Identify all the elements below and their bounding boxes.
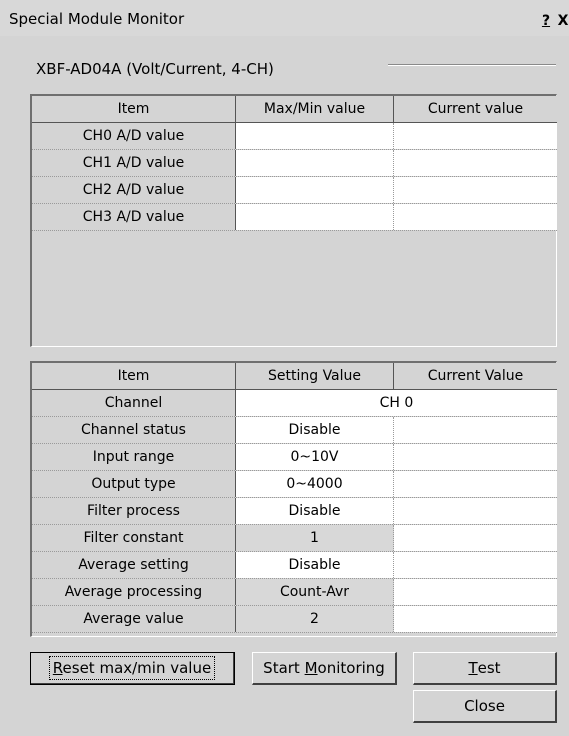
current-value-cell[interactable] <box>394 123 557 149</box>
settings-grid: Item Setting Value Current Value Channel… <box>32 363 557 633</box>
settings-grid-panel: Item Setting Value Current Value Channel… <box>30 361 557 637</box>
max-min-value-cell[interactable] <box>236 150 394 176</box>
row-item-label: CH1 A/D value <box>32 150 236 176</box>
row-item-label: CH2 A/D value <box>32 177 236 203</box>
test-label-rest: est <box>477 659 501 677</box>
setting-value-cell: 1 <box>236 525 394 551</box>
reset-button-label: Reset max/min value <box>48 656 216 680</box>
current-value-cell <box>394 525 557 551</box>
window-title: Special Module Monitor <box>9 10 185 28</box>
table-row[interactable]: CH3 A/D value <box>32 204 557 231</box>
table-row[interactable]: Average setting Disable <box>32 552 557 579</box>
close-button[interactable]: Close <box>413 690 557 723</box>
current-value-cell <box>394 498 557 524</box>
help-icon[interactable]: ? <box>538 12 554 30</box>
header-max-min-value[interactable]: Max/Min value <box>236 96 394 122</box>
group-divider <box>388 64 556 66</box>
current-value-cell <box>394 471 557 497</box>
setting-value-cell[interactable]: 0~4000 <box>236 471 394 497</box>
setting-value-cell[interactable]: Disable <box>236 552 394 578</box>
start-monitoring-button[interactable]: Start Monitoring <box>252 652 397 685</box>
current-value-cell <box>394 417 557 443</box>
row-item-label: CH0 A/D value <box>32 123 236 149</box>
table-row[interactable]: Output type 0~4000 <box>32 471 557 498</box>
max-min-value-cell[interactable] <box>236 123 394 149</box>
header-current-value[interactable]: Current Value <box>394 363 557 389</box>
table-row[interactable]: CH2 A/D value <box>32 177 557 204</box>
row-item-label: CH3 A/D value <box>32 204 236 230</box>
row-item-label: Output type <box>32 471 236 497</box>
table-row[interactable]: Filter constant 1 <box>32 525 557 552</box>
setting-value-cell: Count-Avr <box>236 579 394 605</box>
close-icon[interactable]: X <box>555 12 569 30</box>
max-min-value-cell[interactable] <box>236 177 394 203</box>
module-label: XBF-AD04A (Volt/Current, 4-CH) <box>36 60 274 78</box>
row-item-label: Input range <box>32 444 236 470</box>
table-row[interactable]: Input range 0~10V <box>32 444 557 471</box>
max-min-value-cell[interactable] <box>236 204 394 230</box>
table-row[interactable]: CH0 A/D value <box>32 123 557 150</box>
title-bar[interactable]: Special Module Monitor ? X <box>0 0 569 36</box>
settings-header-row: Item Setting Value Current Value <box>32 363 557 390</box>
special-module-monitor-dialog: Special Module Monitor ? X XBF-AD04A (Vo… <box>0 0 569 736</box>
table-row[interactable]: Filter process Disable <box>32 498 557 525</box>
header-item[interactable]: Item <box>32 96 236 122</box>
reset-accel-key: R <box>52 659 63 677</box>
table-row[interactable]: CH1 A/D value <box>32 150 557 177</box>
header-item[interactable]: Item <box>32 363 236 389</box>
start-accel-key: M <box>304 659 318 677</box>
setting-value-cell: 2 <box>236 606 394 632</box>
row-item-label: Filter constant <box>32 525 236 551</box>
setting-value-cell[interactable]: Disable <box>236 417 394 443</box>
monitor-header-row: Item Max/Min value Current value <box>32 96 557 123</box>
table-row[interactable]: Average processing Count-Avr <box>32 579 557 606</box>
channel-select[interactable]: CH 0 <box>236 390 557 416</box>
current-value-cell <box>394 606 557 632</box>
test-button[interactable]: Test <box>413 652 557 685</box>
row-item-label: Channel status <box>32 417 236 443</box>
reset-max-min-button[interactable]: Reset max/min value <box>30 652 235 685</box>
current-value-cell[interactable] <box>394 204 557 230</box>
channel-label: Channel <box>32 390 236 416</box>
test-accel-key: T <box>468 659 478 677</box>
current-value-cell[interactable] <box>394 177 557 203</box>
setting-value-cell[interactable]: 0~10V <box>236 444 394 470</box>
monitor-grid: Item Max/Min value Current value CH0 A/D… <box>32 96 557 231</box>
channel-row[interactable]: Channel CH 0 <box>32 390 557 417</box>
header-setting-value[interactable]: Setting Value <box>236 363 394 389</box>
row-item-label: Average processing <box>32 579 236 605</box>
current-value-cell[interactable] <box>394 150 557 176</box>
reset-label-rest: eset max/min value <box>62 659 212 677</box>
header-current-value[interactable]: Current value <box>394 96 557 122</box>
current-value-cell <box>394 579 557 605</box>
row-item-label: Average value <box>32 606 236 632</box>
current-value-cell <box>394 552 557 578</box>
row-item-label: Average setting <box>32 552 236 578</box>
table-row[interactable]: Average value 2 <box>32 606 557 633</box>
setting-value-cell[interactable]: Disable <box>236 498 394 524</box>
table-row[interactable]: Channel status Disable <box>32 417 557 444</box>
start-label-rest: onitoring <box>317 659 385 677</box>
row-item-label: Filter process <box>32 498 236 524</box>
monitor-grid-panel: Item Max/Min value Current value CH0 A/D… <box>30 94 557 347</box>
current-value-cell <box>394 444 557 470</box>
start-label-pre: Start <box>263 659 305 677</box>
